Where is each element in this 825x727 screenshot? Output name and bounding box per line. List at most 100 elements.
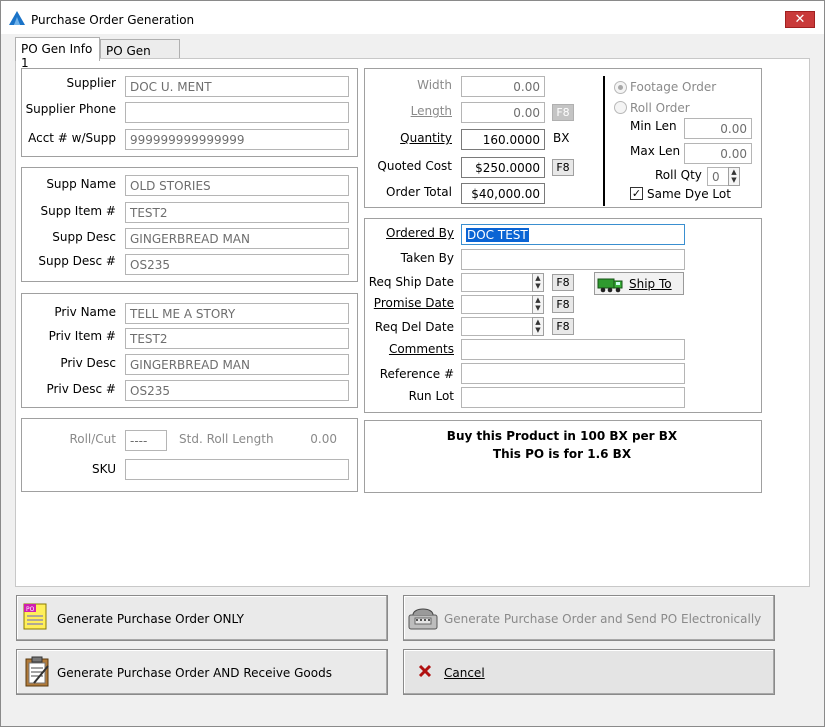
tab-po-gen-info-1[interactable]: PO Gen Info 1: [15, 37, 100, 70]
promise-date-spinner[interactable]: ▲ ▼: [532, 295, 544, 314]
width-label: Width: [417, 78, 452, 92]
max-len-label: Max Len: [630, 144, 681, 158]
taken-by-field[interactable]: [461, 249, 685, 270]
same-dye-lot-checkbox[interactable]: ✓: [630, 187, 643, 200]
length-field[interactable]: 0.00: [461, 102, 545, 123]
req-del-date-f8-button[interactable]: F8: [552, 318, 574, 335]
promise-date-field[interactable]: [461, 295, 533, 314]
truck-icon: [597, 275, 625, 296]
taken-by-label: Taken By: [400, 251, 454, 265]
close-button[interactable]: ✕: [785, 11, 815, 28]
comments-label-text: Comments: [388, 342, 454, 356]
quantity-field[interactable]: 160.0000: [461, 129, 545, 150]
generate-and-receive-label: Generate Purchase Order AND Receive Good…: [57, 666, 332, 680]
reference-field[interactable]: [461, 363, 685, 384]
req-ship-date-label: Req Ship Date: [368, 275, 454, 289]
supp-name-field[interactable]: OLD STORIES: [125, 175, 349, 196]
acct-field[interactable]: 999999999999999: [125, 129, 349, 150]
supplier-label: Supplier: [66, 76, 116, 90]
length-f8-button[interactable]: F8: [552, 104, 574, 121]
ordered-by-field[interactable]: DOC TEST: [461, 224, 685, 245]
generate-po-only-label: Generate Purchase Order ONLY: [57, 612, 244, 626]
run-lot-label: Run Lot: [408, 389, 454, 403]
generate-and-send-button[interactable]: Generate Purchase Order and Send PO Elec…: [403, 595, 775, 641]
cancel-button[interactable]: Cancel: [403, 649, 775, 695]
run-lot-field[interactable]: [461, 387, 685, 408]
ship-to-label: Ship To: [629, 277, 672, 291]
roll-qty-spinner[interactable]: ▲ ▼: [728, 167, 740, 186]
purchase-order-window: Purchase Order Generation ✕ PO Gen Info …: [0, 0, 825, 727]
generate-po-only-button[interactable]: PO Generate Purchase Order ONLY: [16, 595, 388, 641]
order-total-label: Order Total: [386, 185, 452, 199]
app-logo-icon: [9, 11, 25, 28]
priv-desc-num-field[interactable]: OS235: [125, 380, 349, 401]
supplier-phone-label: Supplier Phone: [25, 102, 116, 116]
quoted-cost-f8-button[interactable]: F8: [552, 159, 574, 176]
ordered-by-value: DOC TEST: [466, 228, 529, 242]
po-document-icon: PO: [21, 602, 51, 635]
generate-and-send-label: Generate Purchase Order and Send PO Elec…: [444, 612, 762, 626]
generate-and-receive-button[interactable]: Generate Purchase Order AND Receive Good…: [16, 649, 388, 695]
req-del-date-field[interactable]: [461, 317, 533, 336]
comments-label: Comments: [389, 342, 454, 356]
po-quantity-message: This PO is for 1.6 BX: [492, 447, 632, 461]
promise-date-f8-button[interactable]: F8: [552, 296, 574, 313]
buy-unit-message: Buy this Product in 100 BX per BX: [446, 429, 678, 443]
ship-to-button[interactable]: Ship To: [594, 272, 684, 295]
supp-item-field[interactable]: TEST2: [125, 202, 349, 223]
promise-date-label: Promise Date: [374, 296, 454, 310]
title-bar: Purchase Order Generation ✕: [1, 1, 824, 34]
roll-qty-field[interactable]: 0: [707, 167, 729, 186]
priv-desc-field[interactable]: GINGERBREAD MAN: [125, 354, 349, 375]
cancel-x-icon: [418, 664, 432, 681]
req-del-date-label: Req Del Date: [374, 320, 454, 334]
same-dye-lot-label: Same Dye Lot: [647, 187, 731, 201]
quantity-label: Quantity: [400, 131, 452, 145]
window-title: Purchase Order Generation: [31, 13, 195, 27]
footage-order-radio[interactable]: [614, 81, 627, 94]
supp-desc-num-field[interactable]: OS235: [125, 254, 349, 275]
supp-desc-label: Supp Desc: [52, 230, 116, 244]
min-len-label: Min Len: [630, 119, 677, 133]
clipboard-icon: [22, 656, 52, 691]
promise-date-label-text: Promise Date: [373, 296, 454, 310]
priv-desc-label: Priv Desc: [60, 356, 116, 370]
req-del-date-spinner[interactable]: ▲ ▼: [532, 317, 544, 336]
std-roll-length-label: Std. Roll Length: [179, 432, 274, 446]
req-ship-date-spinner[interactable]: ▲ ▼: [532, 273, 544, 292]
reference-label: Reference #: [379, 367, 454, 381]
sku-field[interactable]: [125, 459, 349, 480]
length-label: Length: [410, 104, 452, 118]
priv-item-field[interactable]: TEST2: [125, 328, 349, 349]
quantity-label-text: Quantity: [400, 131, 452, 145]
roll-order-radio[interactable]: [614, 101, 627, 114]
priv-name-field[interactable]: TELL ME A STORY: [125, 303, 349, 324]
req-ship-date-f8-button[interactable]: F8: [552, 274, 574, 291]
priv-desc-num-label: Priv Desc #: [46, 382, 116, 396]
supp-item-label: Supp Item #: [40, 204, 116, 218]
supplier-phone-field[interactable]: [125, 102, 349, 123]
priv-name-label: Priv Name: [54, 305, 116, 319]
roll-order-label: Roll Order: [630, 101, 690, 115]
quoted-cost-field[interactable]: $250.0000: [461, 157, 545, 178]
supplier-field[interactable]: DOC U. MENT: [125, 76, 349, 97]
priv-item-label: Priv Item #: [48, 329, 116, 343]
quoted-cost-label: Quoted Cost: [377, 159, 452, 173]
fax-machine-icon: [407, 603, 439, 636]
comments-field[interactable]: [461, 339, 685, 360]
separator-line: [603, 76, 605, 206]
svg-text:PO: PO: [26, 606, 35, 613]
min-len-field[interactable]: 0.00: [684, 118, 752, 139]
req-ship-date-field[interactable]: [461, 273, 533, 292]
sku-label: SKU: [92, 462, 116, 476]
std-roll-length-value: 0.00: [310, 432, 337, 446]
width-field[interactable]: 0.00: [461, 76, 545, 97]
quantity-unit: BX: [553, 131, 570, 145]
order-total-field[interactable]: $40,000.00: [461, 183, 545, 204]
roll-qty-label: Roll Qty: [655, 168, 702, 182]
roll-group: [21, 418, 358, 492]
roll-cut-field[interactable]: ----: [125, 430, 167, 451]
max-len-field[interactable]: 0.00: [684, 143, 752, 164]
cancel-label: Cancel: [444, 666, 485, 680]
supp-desc-field[interactable]: GINGERBREAD MAN: [125, 228, 349, 249]
